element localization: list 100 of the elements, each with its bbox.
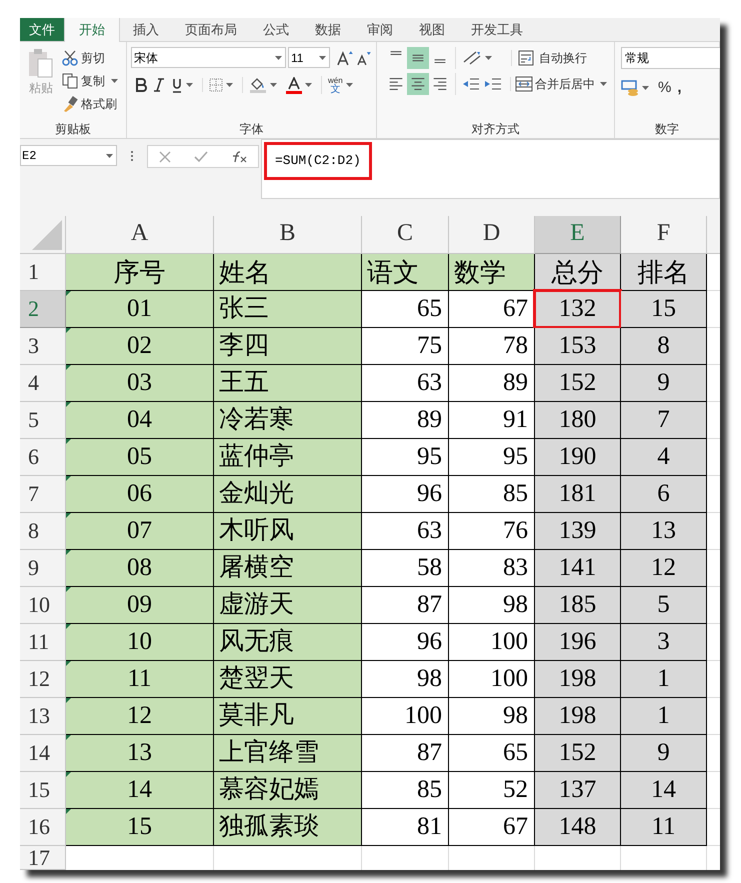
row-header[interactable]: 5 — [20, 402, 66, 439]
row-header[interactable]: 3 — [20, 328, 66, 365]
row-header[interactable]: 7 — [20, 476, 66, 513]
dropdown-caret-icon[interactable] — [106, 154, 113, 158]
cut-button[interactable]: 剪切 — [62, 47, 121, 68]
ribbon-tab[interactable]: 公式 — [250, 18, 302, 41]
table-cell: 78 — [449, 328, 535, 365]
bold-icon[interactable] — [135, 78, 147, 92]
table-cell: 81 — [362, 809, 449, 846]
table-cell: 14 — [66, 772, 214, 809]
dropdown-caret-icon[interactable] — [485, 56, 492, 60]
dropdown-caret-icon[interactable] — [319, 56, 326, 60]
currency-icon[interactable] — [621, 80, 639, 96]
text-orientation-icon[interactable] — [462, 50, 482, 66]
dropdown-caret-icon[interactable] — [600, 82, 607, 86]
percent-button[interactable]: % — [658, 77, 672, 100]
table-cell: 独孤素琰 — [214, 809, 362, 846]
table-cell: 75 — [362, 328, 449, 365]
table-cell: 5 — [621, 587, 707, 624]
dropdown-caret-icon[interactable] — [274, 56, 282, 60]
group-label: 数字 — [655, 121, 679, 138]
row-header[interactable]: 11 — [20, 624, 66, 661]
more-icon[interactable] — [130, 150, 134, 162]
dropdown-caret-icon[interactable] — [186, 83, 193, 87]
grow-font-icon[interactable] — [336, 50, 354, 66]
dropdown-caret-icon[interactable] — [111, 78, 118, 82]
italic-icon[interactable] — [153, 78, 165, 92]
dropdown-caret-icon[interactable] — [346, 83, 353, 87]
table-cell: 13 — [621, 513, 707, 550]
clipboard-icon[interactable] — [28, 47, 54, 79]
decrease-indent-icon[interactable] — [462, 77, 480, 91]
font-name-field[interactable]: 宋体 — [131, 47, 286, 68]
merge-center-button[interactable]: 合并后居中 — [511, 75, 610, 93]
paint-bucket-icon[interactable] — [249, 77, 267, 93]
ribbon-tab[interactable]: 开始 — [64, 18, 120, 42]
comma-button[interactable]: , — [677, 77, 682, 100]
border-icon[interactable] — [209, 78, 223, 92]
copy-button[interactable]: 复制 — [62, 70, 121, 91]
header-cell: 数学 — [449, 254, 535, 291]
table-cell: 91 — [449, 402, 535, 439]
ribbon-tab[interactable]: 开发工具 — [458, 18, 536, 41]
row-header[interactable]: 12 — [20, 661, 66, 698]
row-header[interactable]: 17 — [20, 846, 66, 870]
scissors-icon[interactable] — [62, 50, 78, 66]
table-cell: 153 — [535, 328, 621, 365]
row-header[interactable]: 4 — [20, 365, 66, 402]
table-cell: 屠横空 — [214, 550, 362, 587]
underline-icon[interactable] — [171, 78, 183, 92]
merge-cells-icon[interactable] — [515, 76, 533, 92]
ribbon-tab[interactable]: 视图 — [406, 18, 458, 41]
table-cell: 04 — [66, 402, 214, 439]
phonetic-button[interactable]: wén 文 — [321, 76, 356, 94]
ribbon-tab[interactable]: 文件 — [20, 18, 64, 41]
group-label: 对齐方式 — [472, 121, 520, 138]
font-size-field[interactable]: 11 — [288, 47, 330, 68]
table-cell: 76 — [449, 513, 535, 550]
group-label: 剪贴板 — [55, 121, 91, 138]
table-cell: 58 — [362, 550, 449, 587]
table-cell: 06 — [66, 476, 214, 513]
wrap-text-icon[interactable] — [518, 50, 536, 66]
increase-indent-icon[interactable] — [484, 77, 502, 91]
table-cell: 196 — [535, 624, 621, 661]
font-color-icon[interactable] — [286, 76, 302, 94]
dropdown-caret-icon[interactable] — [226, 83, 233, 87]
formula-input[interactable]: =SUM(C2:D2) — [261, 139, 720, 199]
wrap-text-button[interactable]: 自动换行 — [512, 49, 587, 67]
table-cell: 7 — [621, 402, 707, 439]
shrink-font-icon[interactable] — [356, 50, 372, 66]
table-cell: 12 — [621, 550, 707, 587]
ribbon-tab[interactable]: 审阅 — [354, 18, 406, 41]
table-cell: 金灿光 — [214, 476, 362, 513]
name-box[interactable]: E2 — [20, 145, 117, 166]
dropdown-caret-icon[interactable] — [642, 86, 649, 90]
ribbon-tab[interactable]: 插入 — [120, 18, 172, 41]
dropdown-caret-icon[interactable] — [270, 83, 277, 87]
row-header[interactable]: 16 — [20, 809, 66, 846]
row-header[interactable]: 13 — [20, 698, 66, 735]
table-cell: 6 — [621, 476, 707, 513]
row-header[interactable]: 8 — [20, 513, 66, 550]
row-header[interactable]: 9 — [20, 550, 66, 587]
table-cell: 07 — [66, 513, 214, 550]
number-format-field[interactable]: 常规 — [621, 47, 720, 69]
ribbon-tab[interactable]: 数据 — [302, 18, 354, 41]
check-icon[interactable] — [194, 150, 208, 162]
row-header[interactable]: 1 — [20, 254, 66, 291]
table-cell: 09 — [66, 587, 214, 624]
copy-icon[interactable] — [62, 72, 78, 88]
row-header[interactable]: 10 — [20, 587, 66, 624]
paintbrush-icon[interactable] — [62, 96, 78, 112]
table-cell: 148 — [535, 809, 621, 846]
align-middle-icon[interactable] — [407, 47, 429, 69]
column-header[interactable]: E — [535, 216, 621, 254]
align-center-icon[interactable] — [407, 73, 429, 95]
row-header[interactable]: 2 — [20, 291, 66, 328]
dropdown-caret-icon[interactable] — [305, 83, 312, 87]
function-icon[interactable] — [230, 150, 247, 162]
row-header[interactable]: 6 — [20, 439, 66, 476]
ribbon-tab[interactable]: 页面布局 — [172, 18, 250, 41]
row-header[interactable]: 14 — [20, 735, 66, 772]
row-header[interactable]: 15 — [20, 772, 66, 809]
